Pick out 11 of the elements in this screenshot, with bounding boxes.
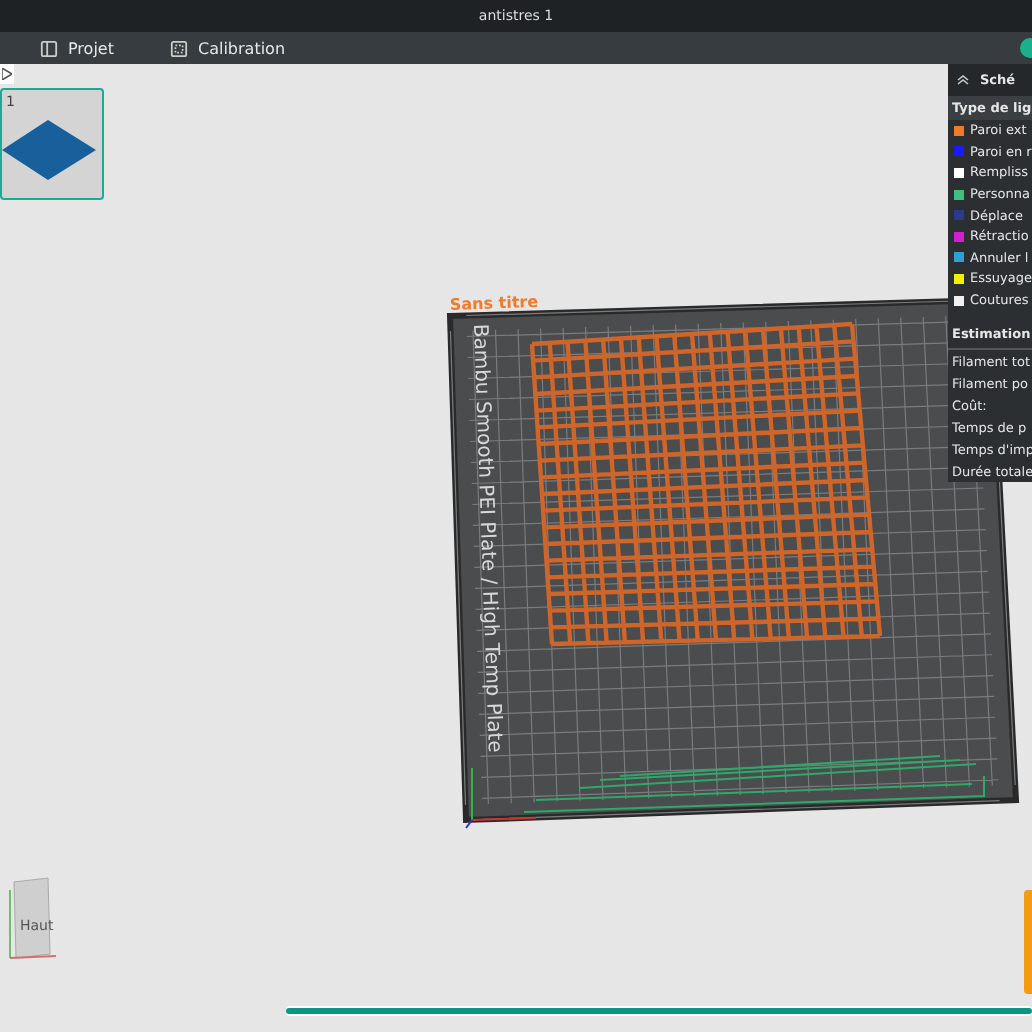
menu-tab[interactable]: Calibration bbox=[165, 39, 290, 57]
plate-preview-icon bbox=[2, 114, 98, 186]
plate-type-label: Bambu Smooth PEI Plate / High Temp Plate bbox=[468, 323, 505, 754]
expand-icon[interactable] bbox=[0, 64, 14, 84]
plate-name: Sans titre bbox=[449, 292, 539, 314]
menu-tab[interactable]: Projet bbox=[36, 39, 118, 57]
panel-icon bbox=[40, 39, 58, 57]
grid-icon bbox=[169, 39, 188, 57]
collapse-icon[interactable] bbox=[956, 74, 970, 86]
axes-icon bbox=[465, 767, 537, 829]
view-cube-drawing bbox=[9, 877, 57, 959]
